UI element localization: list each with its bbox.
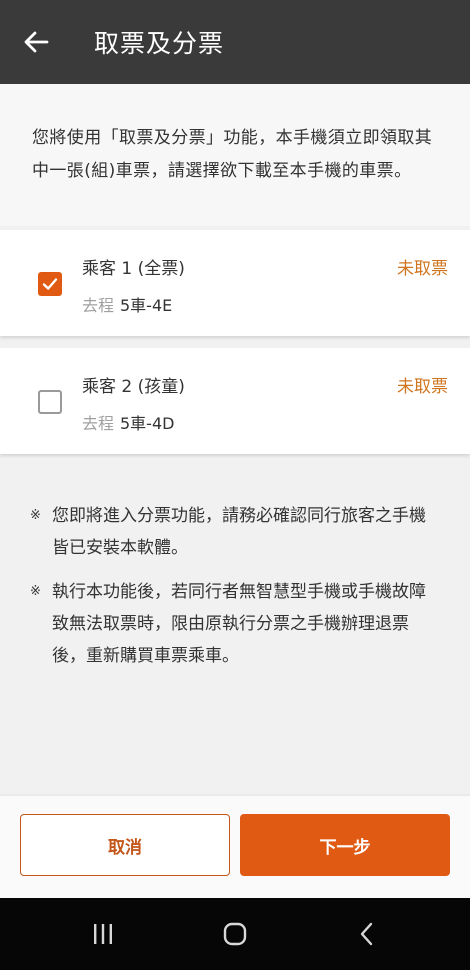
passenger-2-checkbox[interactable] [38, 390, 62, 414]
passenger-2-status: 未取票 [397, 377, 448, 397]
action-bar: 取消 下一步 [0, 796, 470, 898]
page-title: 取票及分票 [94, 29, 225, 58]
arrow-left-icon [24, 31, 49, 53]
passenger-1-seat: 5車-4E [120, 296, 173, 315]
note-mark: ※ [30, 508, 41, 523]
note-text: 執行本功能後，若同行者無智慧型手機或手機故障致無法取票時，限由原執行分票之手機辦… [52, 582, 426, 666]
passenger-2-seat: 5車-4D [120, 414, 175, 433]
app-bar: 取票及分票 [0, 0, 470, 84]
checkmark-icon [42, 278, 58, 290]
recents-button[interactable] [58, 898, 148, 970]
back-button[interactable] [0, 0, 72, 84]
passenger-1-trip-label: 去程 [82, 296, 115, 315]
home-button[interactable] [190, 898, 280, 970]
chevron-left-icon [360, 922, 373, 946]
passenger-1-checkbox[interactable] [38, 272, 62, 296]
passenger-card-1[interactable]: 乘客 1 (全票) 去程 5車-4E 未取票 [0, 230, 470, 336]
passenger-1-name: 乘客 1 (全票) [82, 259, 185, 279]
intro-section: 您將使用「取票及分票」功能，本手機須立即領取其中一張(組)車票，請選擇欲下載至本… [0, 84, 470, 226]
intro-text: 您將使用「取票及分票」功能，本手機須立即領取其中一張(組)車票，請選擇欲下載至本… [32, 128, 433, 181]
system-back-button[interactable] [322, 898, 412, 970]
home-icon [223, 922, 247, 946]
note-item: ※ 執行本功能後，若同行者無智慧型手機或手機故障致無法取票時，限由原執行分票之手… [30, 576, 442, 672]
next-step-button[interactable]: 下一步 [240, 814, 450, 876]
note-text: 您即將進入分票功能，請務必確認同行旅客之手機皆已安裝本軟體。 [52, 506, 426, 558]
recents-icon [94, 924, 112, 944]
passenger-1-status: 未取票 [397, 259, 448, 279]
note-mark: ※ [30, 584, 41, 599]
passenger-2-name: 乘客 2 (孩童) [82, 377, 185, 397]
cancel-button[interactable]: 取消 [20, 814, 230, 876]
note-item: ※ 您即將進入分票功能，請務必確認同行旅客之手機皆已安裝本軟體。 [30, 500, 442, 564]
passenger-2-trip-label: 去程 [82, 414, 115, 433]
system-nav-bar [0, 898, 470, 970]
passenger-card-2[interactable]: 乘客 2 (孩童) 去程 5車-4D 未取票 [0, 348, 470, 454]
